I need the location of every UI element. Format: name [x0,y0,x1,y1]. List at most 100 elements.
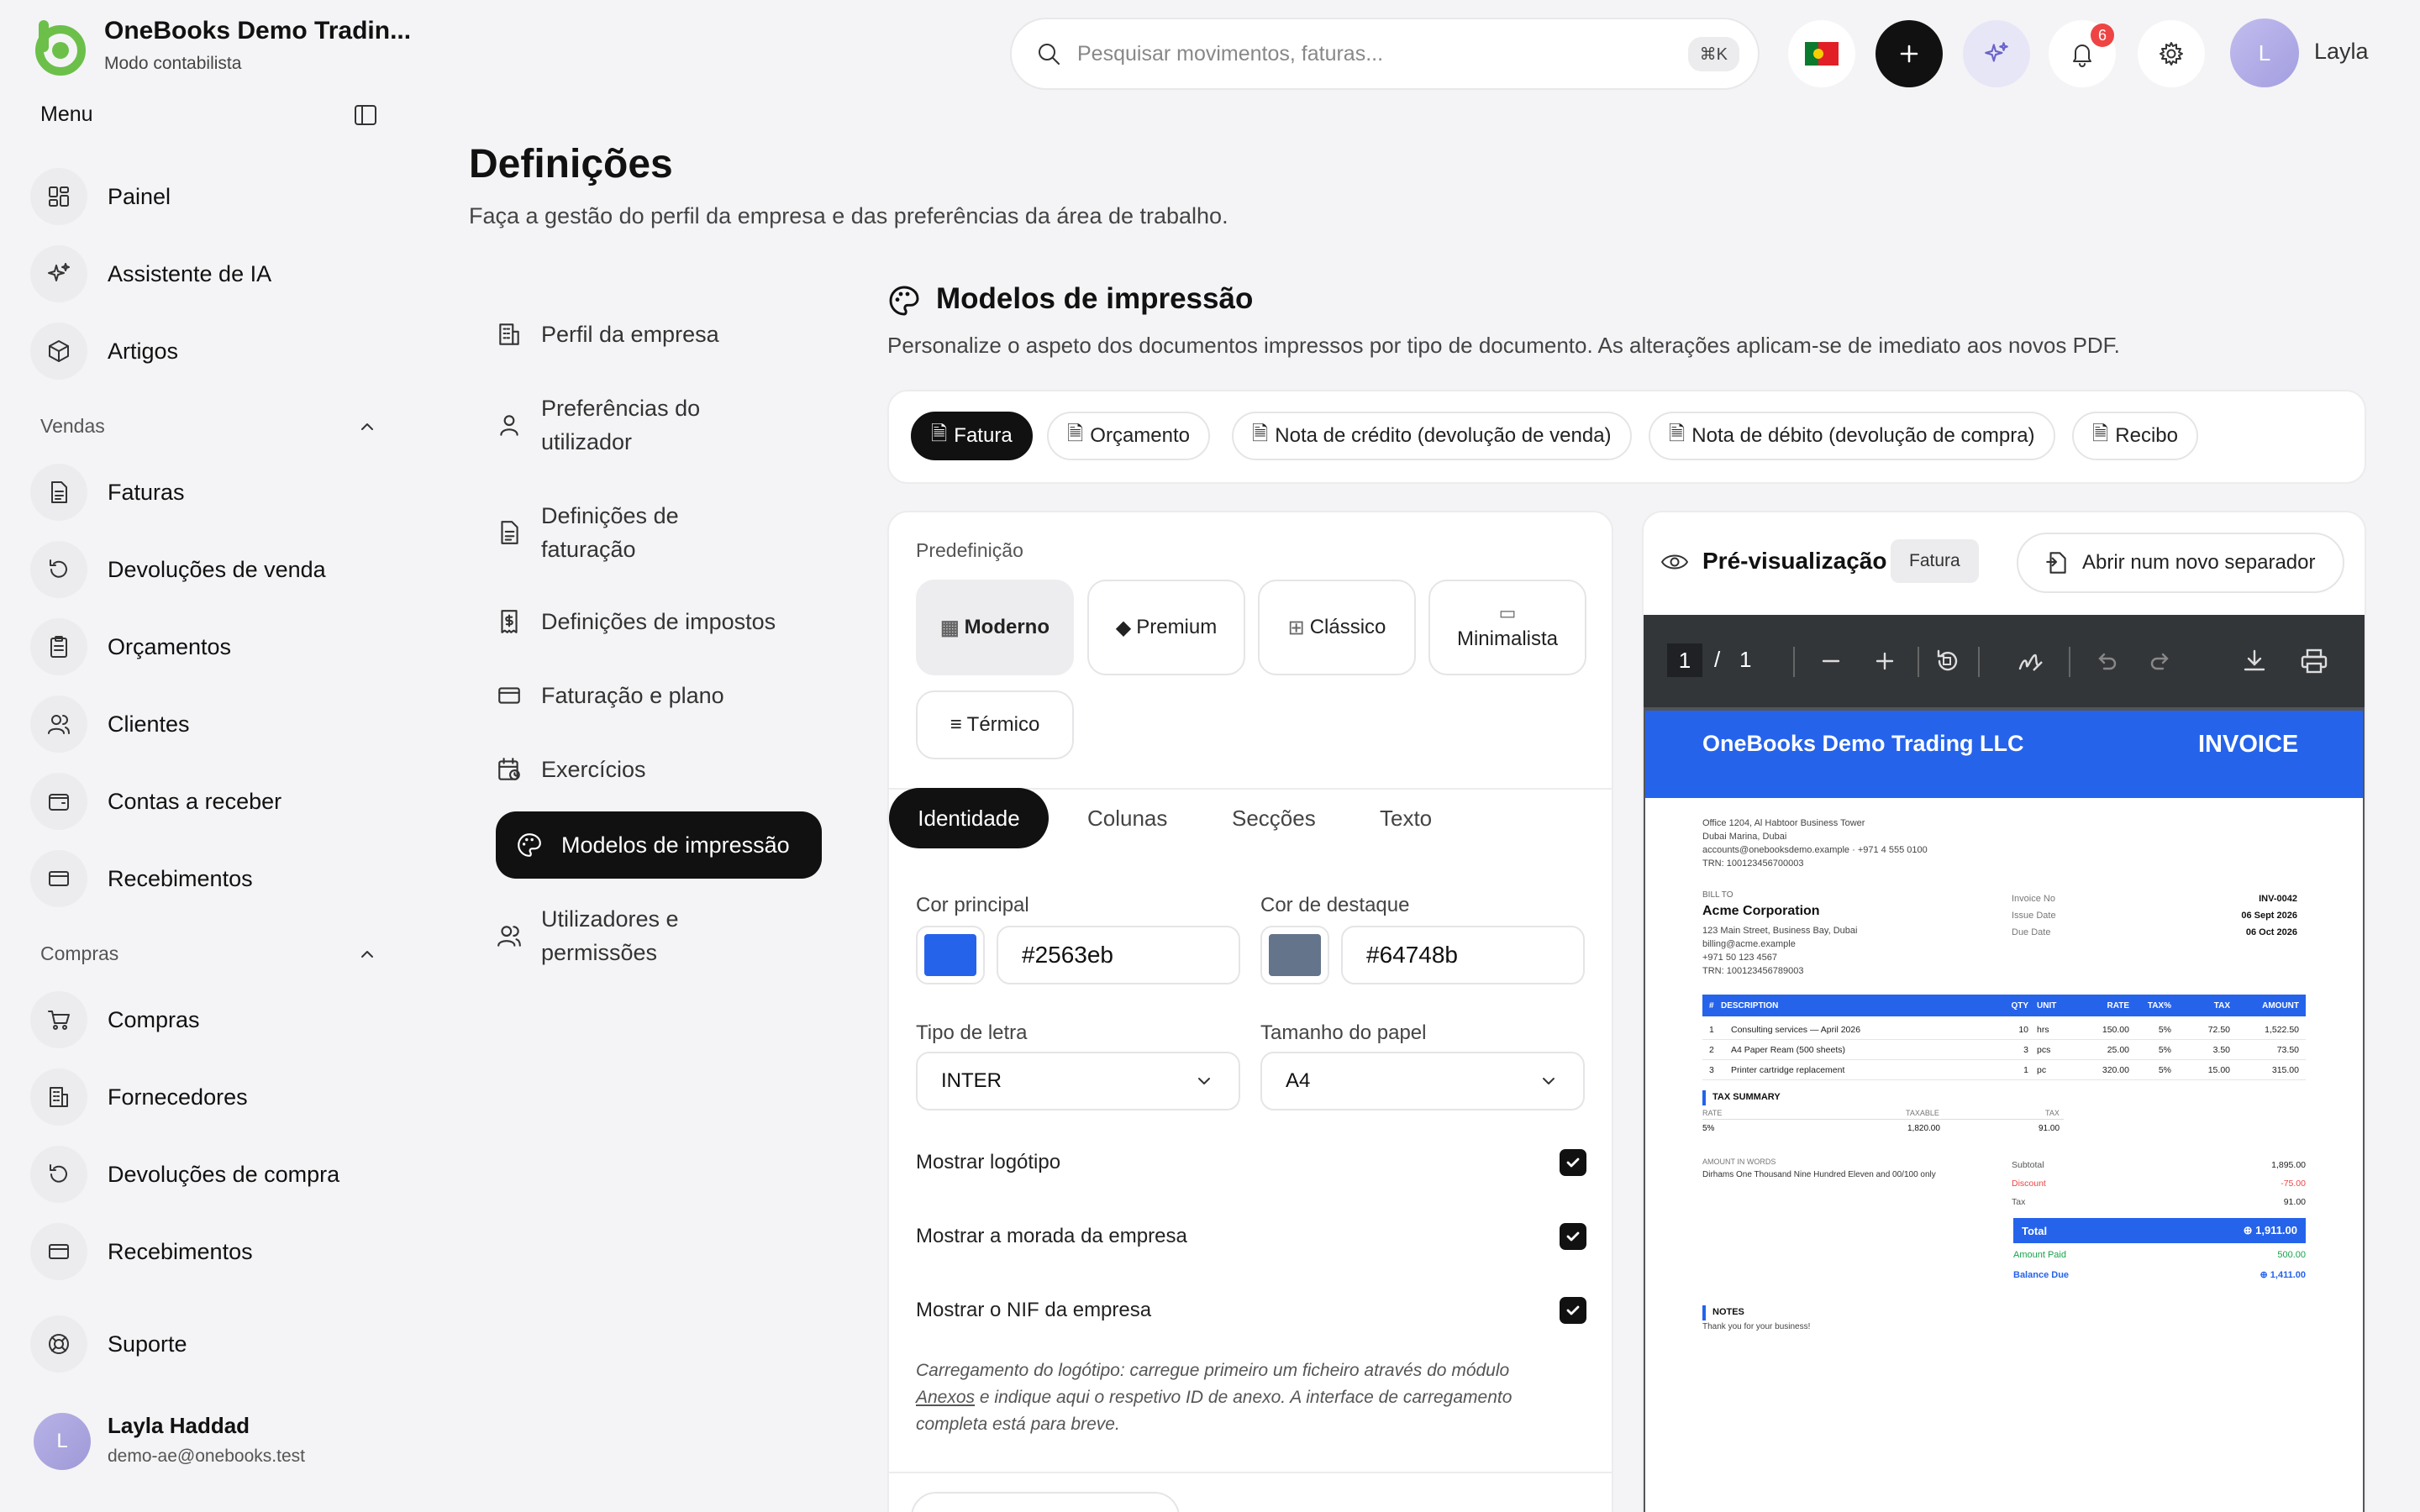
rotate-icon[interactable] [1933,647,1961,675]
user-email: demo-ae@onebooks.test [108,1446,305,1466]
doc-type-fatura[interactable]: 🗎 Fatura [911,412,1033,460]
app-logo[interactable] [32,18,89,76]
topbar-user-name[interactable]: Layla [2314,39,2369,65]
settings-nav-company-profile[interactable]: Perfil da empresa [496,316,822,353]
show-address-checkbox[interactable] [1560,1223,1586,1250]
redo-icon[interactable] [2148,648,2173,674]
ai-button[interactable] [1963,20,2030,87]
show-logo-checkbox[interactable] [1560,1149,1586,1176]
words-label: AMOUNT IN WORDS [1702,1158,1776,1166]
sidebar: OneBooks Demo Tradin... Modo contabilist… [0,0,420,1512]
partial-button[interactable] [911,1492,1180,1512]
preset-premium[interactable]: ◆ Premium [1087,580,1245,675]
zoom-out-icon[interactable] [1818,648,1844,674]
preset-termico[interactable]: ≡ Térmico [916,690,1074,759]
preview-badge: Fatura [1891,539,1979,583]
notifications-button[interactable]: 6 [2049,20,2116,87]
customer-name: Acme Corporation [1702,904,1820,918]
col-header: QTY [2011,1000,2028,1011]
sidebar-item-faturas[interactable]: Faturas [30,462,383,522]
payment-totals: Amount Paid 500.00 Balance Due ⊕ 1,411.00 [2013,1245,2306,1285]
print-icon[interactable] [2299,647,2329,675]
doc-type-credit-note[interactable]: 🗎 Nota de crédito (devolução de venda) [1232,412,1632,460]
tab-colunas[interactable]: Colunas [1087,788,1167,848]
preset-icon: ▭ [1498,602,1517,623]
sidebar-item-clientes[interactable]: Clientes [30,694,383,754]
document-icon: 🗎 [931,422,948,445]
settings-nav-user-preferences[interactable]: Preferências do utilizador [496,390,822,460]
paper-size-value: A4 [1286,1069,1311,1092]
undo-icon[interactable] [2094,648,2119,674]
preset-minimalista[interactable]: ▭ Minimalista [1428,580,1586,675]
total-key: Total [2022,1224,2048,1237]
language-flag-button[interactable] [1788,20,1855,87]
settings-nav-print-templates[interactable]: Modelos de impressão [496,811,822,879]
tab-seccoes[interactable]: Secções [1232,788,1316,848]
customer-line: 123 Main Street, Business Bay, Dubai [1702,926,1858,936]
download-icon[interactable] [2240,647,2269,675]
sidebar-item-recebimentos-sales[interactable]: Recebimentos [30,848,383,909]
sidebar-item-recebimentos-purchases[interactable]: Recebimentos [30,1221,383,1282]
col-header: TAX% [2147,1000,2171,1011]
pdf-page-input[interactable]: 1 [1667,643,1702,677]
paper-size-select[interactable]: A4 [1260,1052,1585,1110]
doc-type-recibo[interactable]: 🗎 Recibo [2072,412,2199,460]
sidebar-item-ai-assistant[interactable]: Assistente de IA [30,244,383,304]
user-avatar[interactable]: L [34,1413,91,1470]
preset-label: Premium [1136,616,1218,638]
document-icon: 🗎 [1252,422,1269,445]
sidebar-item-fornecedores[interactable]: Fornecedores [30,1067,383,1127]
settings-nav-billing-settings[interactable]: Definições de faturação [496,497,822,568]
preset-classico[interactable]: ⊞ Clássico [1258,580,1416,675]
settings-nav-billing-plan[interactable]: Faturação e plano [496,677,822,714]
sidebar-item-label: Orçamentos [108,633,232,659]
tab-texto[interactable]: Texto [1380,788,1432,848]
sidebar-item-artigos[interactable]: Artigos [30,321,383,381]
tab-identidade[interactable]: Identidade [889,788,1049,848]
add-button[interactable] [1876,20,1943,87]
sidebar-item-painel[interactable]: Painel [30,166,383,227]
settings-button[interactable] [2138,20,2205,87]
sidebar-item-receivables[interactable]: Contas a receber [30,771,383,832]
settings-nav-users-permissions[interactable]: Utilizadores e permissões [496,900,822,971]
primary-color-input[interactable]: #2563eb [997,926,1240,984]
settings-nav-fiscal-years[interactable]: Exercícios [496,751,822,788]
preset-label: Térmico [966,713,1040,736]
doc-type-orcamento[interactable]: 🗎 Orçamento [1047,412,1211,460]
preset-label: Clássico [1309,616,1386,638]
preview-title: Pré-visualização [1702,548,1887,574]
sidebar-item-suporte[interactable]: Suporte [30,1314,383,1374]
sidebar-item-label: Devoluções de venda [108,556,326,582]
sidebar-item-purchase-returns[interactable]: Devoluções de compra [30,1144,383,1205]
doc-type-debit-note[interactable]: 🗎 Nota de débito (devolução de compra) [1649,412,2055,460]
sidebar-item-label: Devoluções de compra [108,1161,340,1187]
sidebar-item-orcamentos[interactable]: Orçamentos [30,617,383,677]
tab-label: Texto [1380,805,1433,831]
show-tax-id-checkbox[interactable] [1560,1297,1586,1324]
topbar-avatar[interactable]: L [2230,18,2299,87]
font-select[interactable]: INTER [916,1052,1240,1110]
show-logo-row: Mostrar logótipo [916,1149,1586,1176]
sidebar-item-label: Painel [108,183,171,209]
tab-label: Secções [1232,805,1316,831]
sidebar-toggle-icon[interactable] [353,102,378,128]
accent-color-swatch[interactable] [1260,926,1329,984]
settings-nav-tax-settings[interactable]: Definições de impostos [496,603,822,640]
sidebar-item-compras[interactable]: Compras [30,990,383,1050]
purchases-section-header[interactable]: Compras [40,942,376,965]
attachments-link[interactable]: Anexos [916,1388,975,1407]
tax-summary-label: TAX SUMMARY [1712,1092,1781,1102]
cell: Consulting services — April 2026 [1731,1024,1861,1035]
sidebar-item-label: Contas a receber [108,788,282,814]
preset-moderno[interactable]: ▦ Moderno [916,580,1074,675]
draw-icon[interactable] [2017,647,2045,675]
sidebar-item-sales-returns[interactable]: Devoluções de venda [30,539,383,600]
totals: Subtotal 1,895.00 Discount -75.00 Tax 91.00 [2012,1156,2306,1211]
open-new-tab-button[interactable]: Abrir num novo separador [2017,533,2344,593]
sales-section-header[interactable]: Vendas [40,415,376,438]
search-bar[interactable]: Pesquisar movimentos, faturas... ⌘K [1010,18,1760,90]
zoom-in-icon[interactable] [1872,648,1897,674]
primary-color-swatch[interactable] [916,926,985,984]
company-name[interactable]: OneBooks Demo Tradin... [104,17,411,45]
accent-color-input[interactable]: #64748b [1341,926,1585,984]
